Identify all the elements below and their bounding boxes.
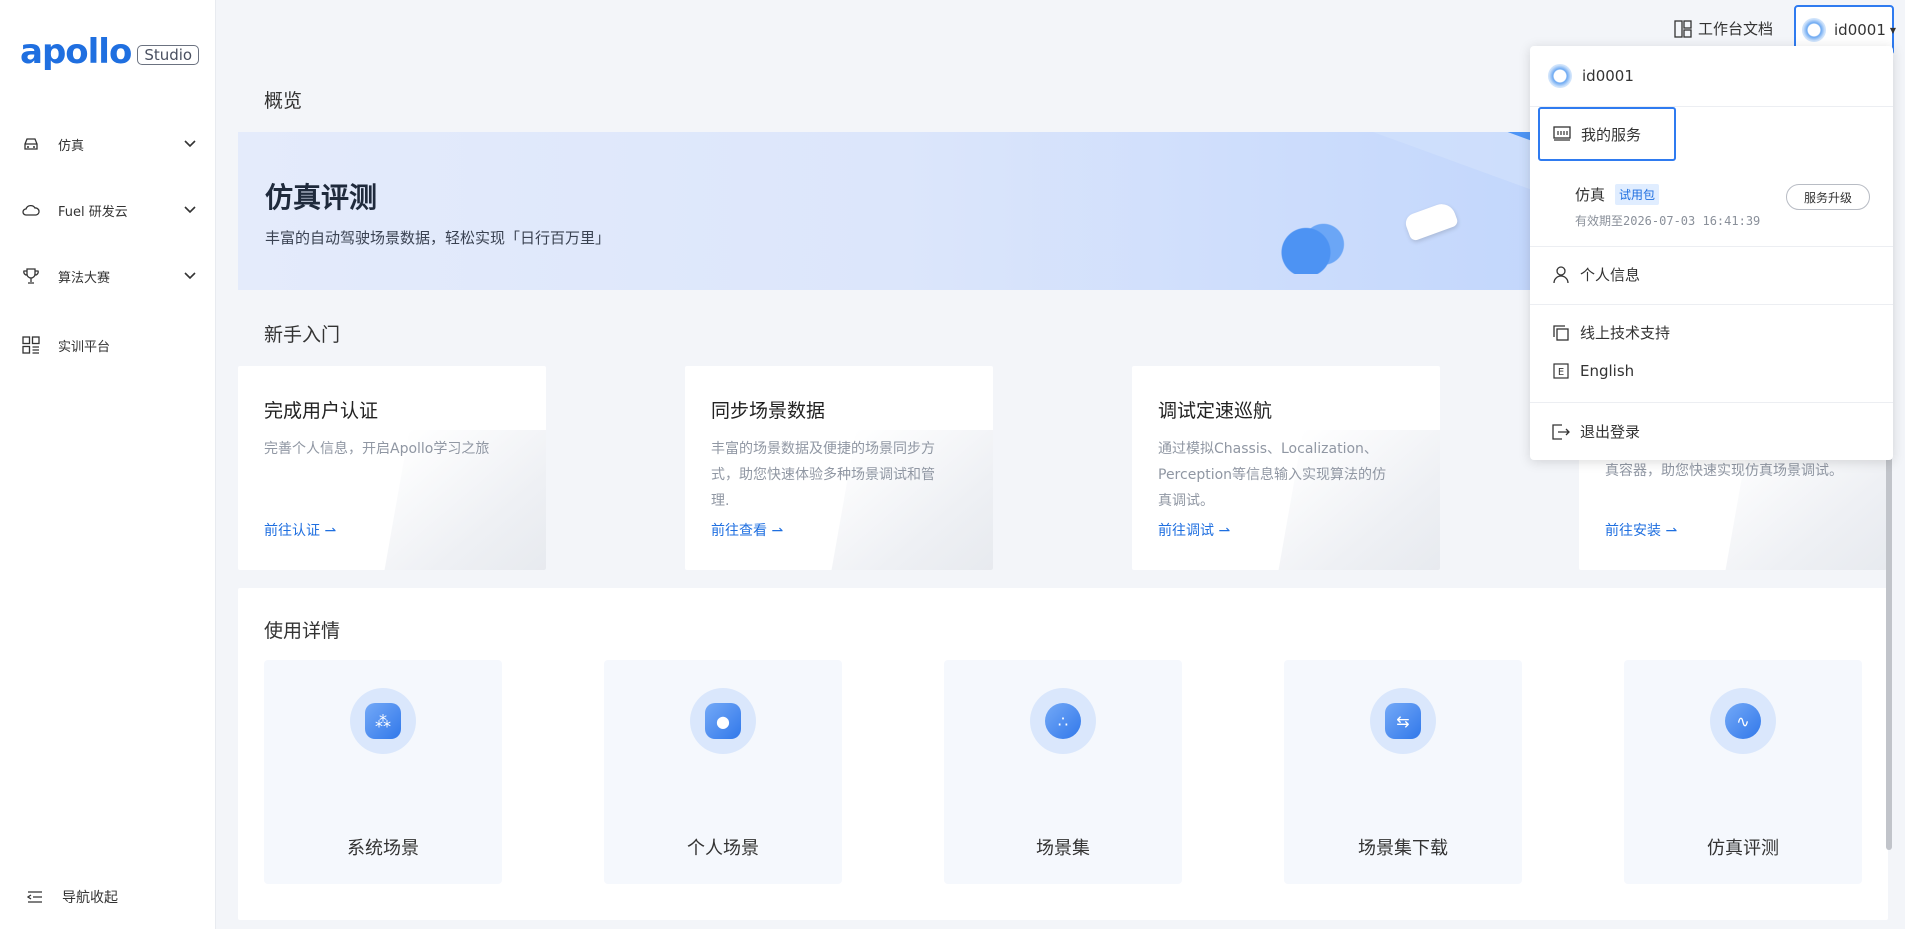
car-icon: [22, 135, 40, 153]
divider: [1530, 246, 1893, 247]
logout-icon: [1552, 423, 1570, 441]
logout-label: 退出登录: [1580, 423, 1641, 441]
username: id0001: [1834, 21, 1886, 39]
my-service-item[interactable]: 我的服务: [1538, 107, 1676, 161]
service-entry: 仿真 试用包: [1575, 184, 1660, 205]
language-e-icon: E: [1552, 362, 1570, 380]
pulse-cloud-icon: ∿: [1710, 688, 1776, 754]
banner-car-graphic: [1403, 200, 1459, 242]
svg-text:E: E: [1558, 367, 1564, 378]
sidebar-item-label: 算法大赛: [58, 270, 111, 286]
collapse-menu-icon: [26, 888, 44, 906]
guide-card-link[interactable]: 前往安装 ⇀: [1605, 520, 1677, 540]
nav-collapse-label: 导航收起: [62, 890, 118, 906]
profile-label: 个人信息: [1580, 266, 1641, 284]
guide-card: 同步场景数据 丰富的场景数据及便捷的场景同步方式，助您快速体验多种场景调试和管理…: [685, 366, 993, 570]
trial-badge: 试用包: [1615, 184, 1660, 205]
usage-card-label: 场景集下载: [1358, 838, 1448, 859]
scene-set-icon: ∴: [1030, 688, 1096, 754]
banner-title: 仿真评测: [265, 181, 378, 214]
service-panel-icon: [1553, 125, 1571, 143]
logo-studio-badge: Studio: [137, 45, 200, 65]
divider: [1530, 402, 1893, 403]
sidebar-item-simulation[interactable]: 仿真: [0, 124, 216, 164]
guide-card-desc: 完善个人信息，开启Apollo学习之旅: [264, 441, 490, 457]
upgrade-service-button[interactable]: 服务升级: [1786, 184, 1870, 210]
language-item[interactable]: E English: [1552, 362, 1634, 380]
support-copy-icon: [1552, 324, 1570, 342]
usage-title: 使用详情: [264, 620, 341, 642]
banner-subtitle: 丰富的自动驾驶场景数据，轻松实现「日行百万里」: [265, 229, 611, 247]
chevron-down-icon: [178, 140, 202, 148]
getting-started-title: 新手入门: [264, 324, 341, 346]
service-valid-until: 有效期至2026-07-03 16:41:39: [1575, 214, 1761, 228]
guide-card: 调试定速巡航 通过模拟Chassis、Localization、Percepti…: [1132, 366, 1440, 570]
user-icon: [1552, 265, 1570, 284]
guide-card-title: 同步场景数据: [711, 400, 826, 422]
sidebar-item-fuel[interactable]: Fuel 研发云: [0, 190, 216, 230]
language-label: English: [1580, 362, 1635, 380]
usage-card-label: 个人场景: [687, 838, 759, 859]
workspace-docs-label: 工作台文档: [1698, 20, 1774, 38]
workspace-docs-link[interactable]: 工作台文档: [1674, 18, 1773, 39]
guide-card-title: 完成用户认证: [264, 400, 379, 422]
sidebar-item-label: Fuel 研发云: [58, 204, 128, 220]
sidebar-item-competition[interactable]: 算法大赛: [0, 256, 216, 296]
online-support-label: 线上技术支持: [1580, 324, 1671, 342]
chevron-down-icon: [178, 206, 202, 214]
service-name: 仿真: [1575, 186, 1606, 204]
caret-down-icon: ▼: [1889, 25, 1897, 35]
avatar: [1802, 18, 1826, 42]
download-transfer-icon: ⇆: [1370, 688, 1436, 754]
guide-card-title: 调试定速巡航: [1158, 400, 1273, 422]
usage-card-simulation-eval[interactable]: ∿ 仿真评测: [1624, 660, 1862, 884]
cloud-icon: [22, 201, 40, 219]
usage-card-system-scenes[interactable]: ⁂ 系统场景: [264, 660, 502, 884]
user-dropdown-menu: id0001 我的服务 仿真 试用包 有效期至2026-07-03 16:41:…: [1530, 46, 1893, 460]
logout-item[interactable]: 退出登录: [1552, 421, 1640, 442]
chevron-down-icon: [178, 272, 202, 280]
sidebar-item-label: 仿真: [58, 138, 85, 154]
usage-card-label: 系统场景: [347, 838, 419, 859]
guide-card-desc: 丰富的场景数据及便捷的场景同步方式，助您快速体验多种场景调试和管理.: [711, 441, 935, 509]
online-support-item[interactable]: 线上技术支持: [1552, 322, 1670, 343]
usage-card-scene-set-download[interactable]: ⇆ 场景集下载: [1284, 660, 1522, 884]
usage-card-scene-sets[interactable]: ∴ 场景集: [944, 660, 1182, 884]
my-service-label: 我的服务: [1581, 125, 1642, 144]
usage-panel: 使用详情 ⁂ 系统场景 ● 个人场景 ∴ 场景集 ⇆ 场景集下载 ∿ 仿真评测: [238, 588, 1888, 920]
avatar: [1548, 64, 1572, 88]
dropdown-user-header: id0001: [1548, 64, 1634, 88]
banner-cloud-graphic: [1278, 220, 1348, 274]
guide-card-link[interactable]: 前往调试 ⇀: [1158, 520, 1230, 540]
divider: [1530, 304, 1893, 305]
guide-card-desc: 真容器，助您快速实现仿真场景调试。: [1605, 463, 1843, 479]
sidebar: apollo Studio 仿真 Fuel 研发云 算法大赛 实训平台 导航收起: [0, 0, 216, 929]
profile-item[interactable]: 个人信息: [1552, 264, 1640, 285]
usage-card-label: 场景集: [1036, 838, 1090, 859]
dropdown-username: id0001: [1582, 67, 1634, 85]
system-scene-icon: ⁂: [350, 688, 416, 754]
guide-card-desc: 通过模拟Chassis、Localization、Perception等信息输入…: [1158, 441, 1387, 509]
usage-card-label: 仿真评测: [1707, 838, 1779, 859]
sidebar-item-label: 实训平台: [58, 339, 111, 355]
guide-card-link[interactable]: 前往认证 ⇀: [264, 520, 336, 540]
logo-wordmark: apollo: [20, 32, 132, 72]
trophy-icon: [22, 267, 40, 285]
apollo-logo[interactable]: apollo Studio: [20, 32, 200, 72]
guide-card: 完成用户认证 完善个人信息，开启Apollo学习之旅 前往认证 ⇀: [238, 366, 546, 570]
personal-scene-icon: ●: [690, 688, 756, 754]
guide-card-link[interactable]: 前往查看 ⇀: [711, 520, 783, 540]
sidebar-item-training[interactable]: 实训平台: [0, 325, 216, 365]
nav-collapse-button[interactable]: 导航收起: [0, 877, 216, 917]
grid-icon: [22, 336, 40, 354]
usage-card-personal-scenes[interactable]: ● 个人场景: [604, 660, 842, 884]
docs-grid-icon: [1674, 19, 1692, 38]
overview-title: 概览: [264, 90, 303, 112]
